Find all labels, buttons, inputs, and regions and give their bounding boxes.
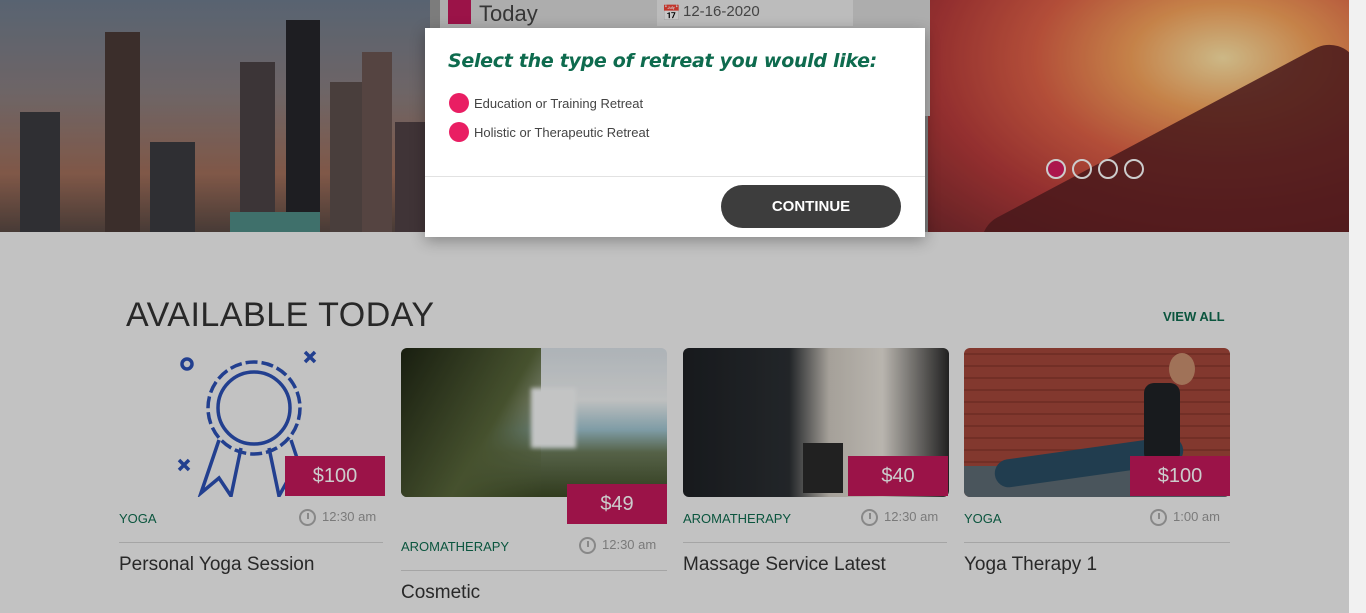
continue-button[interactable]: CONTINUE <box>721 185 901 228</box>
retreat-option-holistic[interactable]: Holistic or Therapeutic Retreat <box>449 122 649 142</box>
option-label: Education or Training Retreat <box>474 95 644 111</box>
retreat-type-modal: Select the type of retreat you would lik… <box>425 28 925 237</box>
option-label: Holistic or Therapeutic Retreat <box>474 124 650 140</box>
radio-button[interactable] <box>449 93 469 113</box>
retreat-option-education[interactable]: Education or Training Retreat <box>449 93 643 113</box>
radio-button[interactable] <box>449 122 469 142</box>
modal-question: Select the type of retreat you would lik… <box>448 50 877 72</box>
scrollbar[interactable] <box>1349 0 1366 613</box>
